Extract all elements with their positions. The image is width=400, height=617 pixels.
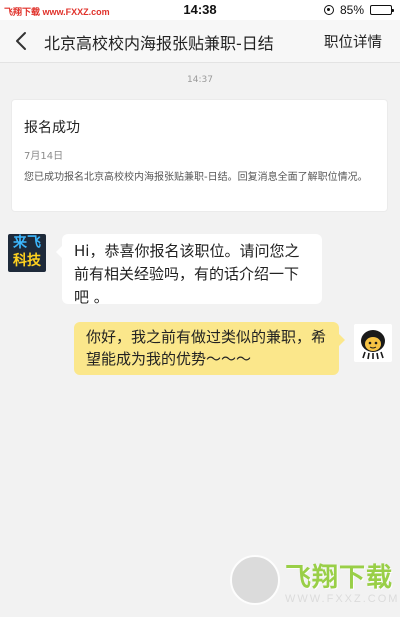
rotation-lock-icon (323, 5, 334, 15)
status-right: 85% (323, 3, 394, 17)
message-bubble-sent[interactable]: 你好，我之前有做过类似的兼职，希望能成为我的优势～～～ (74, 322, 345, 375)
chevron-left-icon[interactable] (12, 30, 32, 52)
notice-title: 报名成功 (24, 120, 80, 136)
user-avatar[interactable] (354, 324, 392, 362)
nav-bar: 北京高校校内海报张贴兼职-日结 职位详情 (0, 20, 400, 63)
company-avatar[interactable]: 来飞 科技 (8, 234, 46, 272)
watermark-title: 飞翔下载 (285, 563, 394, 593)
notice-date: 7月14日 (24, 151, 64, 162)
message-bubble-received[interactable]: Hi，恭喜你报名该职位。请问您之前有相关经验吗，有的话介绍一下吧 。 (56, 234, 322, 306)
page-title: 北京高校校内海报张贴兼职-日结 (44, 34, 274, 53)
signup-notice-card[interactable]: 报名成功 7月14日 您已成功报名北京高校校内海报张贴兼职-日结。回复消息全面了… (11, 99, 388, 212)
chat-timestamp: 14:37 (187, 75, 213, 85)
battery-percent: 85% (339, 3, 364, 17)
watermark-circle-icon (230, 555, 280, 605)
status-bar: 飞翔下载 www.FXXZ.com 14:38 85% (0, 0, 400, 20)
job-detail-link[interactable]: 职位详情 (324, 31, 382, 52)
watermark-url: WWW.FXXZ.COM (285, 593, 400, 605)
company-avatar-line1: 来飞 (13, 235, 41, 251)
battery-icon (370, 5, 394, 15)
cartoon-avatar-icon (354, 324, 392, 362)
watermark-logo: 飞翔下载 WWW.FXXZ.COM (230, 555, 397, 613)
notice-body: 您已成功报名北京高校校内海报张贴兼职-日结。回复消息全面了解职位情况。 (24, 172, 368, 183)
company-avatar-line2: 科技 (13, 253, 41, 269)
